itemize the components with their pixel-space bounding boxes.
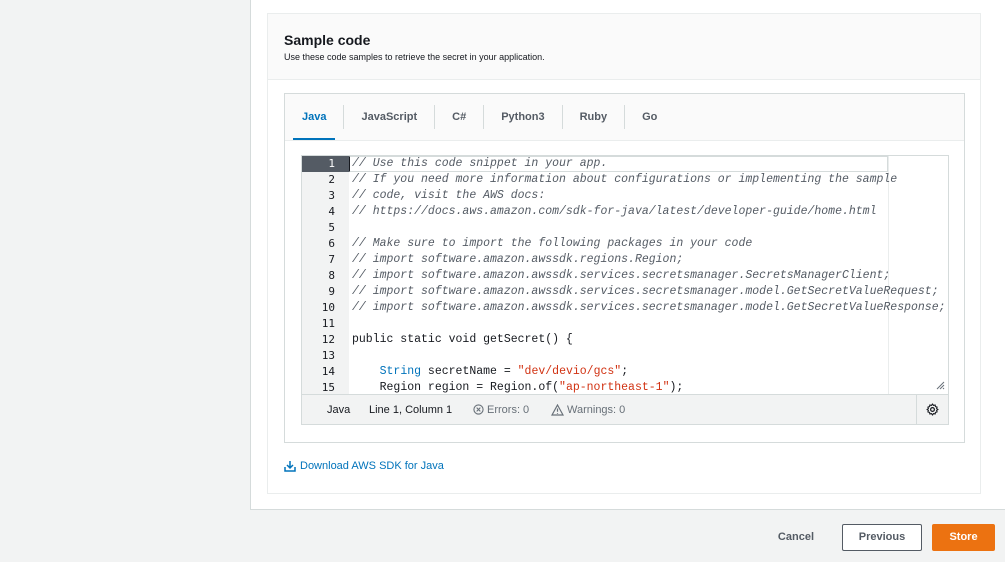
code-tabs: Java JavaScript C# Python3 Ruby Go 1// U… [284, 93, 965, 443]
line-number: 1 [302, 156, 349, 172]
resize-handle-icon[interactable] [936, 381, 945, 390]
code-text: // If you need more information about co… [352, 173, 898, 186]
status-cursor-position: Line 1, Column 1 [369, 403, 453, 416]
status-warnings[interactable]: Warnings: 0 [551, 403, 626, 416]
status-language: Java [327, 403, 351, 416]
store-button[interactable]: Store [932, 524, 995, 551]
tab-python3[interactable]: Python3 [484, 105, 563, 129]
code-text: // import software.amazon.awssdk.regions… [352, 253, 684, 266]
main-panel: Sample code Use these code samples to re… [250, 0, 1005, 510]
tab-javascript[interactable]: JavaScript [344, 105, 436, 129]
editor-status-bar: Java Line 1, Column 1 Errors: 0 Warnings… [302, 394, 948, 424]
line-number: 13 [321, 349, 335, 362]
previous-button[interactable]: Previous [842, 524, 922, 551]
code-text: // https://docs.aws.amazon.com/sdk-for-j… [352, 205, 877, 218]
code-line[interactable]: 3 // code, visit the AWS docs: [302, 188, 948, 204]
code-plain: ); [669, 381, 684, 394]
code-text: // import software.amazon.awssdk.service… [352, 285, 939, 298]
code-line[interactable]: 9 // import software.amazon.awssdk.servic… [302, 284, 948, 300]
line-number: 14 [321, 365, 335, 378]
code-line[interactable]: 7 // import software.amazon.awssdk.region… [302, 252, 948, 268]
download-sdk-link[interactable]: Download AWS SDK for Java [284, 460, 444, 472]
gear-icon [926, 403, 939, 416]
section-description: Use these code samples to retrieve the s… [284, 52, 545, 62]
line-number: 12 [321, 333, 335, 346]
tab-ruby[interactable]: Ruby [563, 105, 626, 129]
code-line[interactable]: 6 // Make sure to import the following pa… [302, 236, 948, 252]
line-number: 2 [328, 173, 335, 186]
code-line[interactable]: 13 [302, 348, 948, 364]
code-line[interactable]: 14 String secretName = "dev/devio/gcs"; [302, 364, 948, 380]
status-errors[interactable]: Errors: 0 [473, 404, 551, 416]
cancel-button[interactable]: Cancel [760, 524, 832, 551]
line-number: 7 [328, 253, 335, 266]
code-line[interactable]: 8 // import software.amazon.awssdk.servic… [302, 268, 948, 284]
code-text: String secretName = "dev/devio/gcs"; [352, 364, 628, 380]
code-plain: ; [621, 365, 629, 378]
sample-code-container: Sample code Use these code samples to re… [267, 13, 981, 494]
tab-strip: Java JavaScript C# Python3 Ruby Go [285, 94, 964, 141]
editor-settings-button[interactable] [916, 395, 948, 424]
wizard-footer: Cancel Previous Store [760, 524, 995, 551]
code-text: // Make sure to import the following pac… [352, 237, 753, 250]
tab-csharp[interactable]: C# [435, 105, 485, 129]
tab-go[interactable]: Go [625, 105, 674, 129]
line-number: 6 [328, 237, 335, 250]
download-icon [284, 461, 296, 472]
code-text: // import software.amazon.awssdk.service… [352, 301, 946, 314]
code-text: // code, visit the AWS docs: [352, 189, 546, 202]
section-title: Sample code [284, 32, 371, 48]
warning-icon [551, 403, 564, 416]
line-number: 10 [321, 301, 335, 314]
line-number: 5 [328, 221, 335, 234]
error-icon [473, 404, 484, 415]
line-number: 4 [328, 205, 335, 218]
code-line[interactable]: 10 // import software.amazon.awssdk.servi… [302, 300, 948, 316]
status-warnings-label: Warnings: 0 [567, 403, 626, 416]
code-string: "ap-northeast-1" [559, 381, 670, 394]
code-editor[interactable]: 1// Use this code snippet in your app. 2/… [301, 155, 949, 425]
code-line[interactable]: 2 // If you need more information about c… [302, 172, 948, 188]
line-number: 8 [328, 269, 335, 282]
code-text: // import software.amazon.awssdk.service… [352, 269, 891, 282]
code-plain: secretName = [421, 365, 518, 378]
code-area[interactable]: 1// Use this code snippet in your app. 2/… [302, 156, 948, 396]
container-header: Sample code Use these code samples to re… [268, 14, 980, 80]
line-number: 11 [321, 317, 335, 330]
code-line[interactable]: 11 [302, 316, 948, 332]
line-number: 3 [328, 189, 335, 202]
code-line[interactable]: 12 public static void getSecret() { [302, 332, 948, 348]
code-plain: Region region = Region.of( [379, 381, 560, 394]
download-sdk-label[interactable]: Download AWS SDK for Java [300, 460, 444, 472]
code-line[interactable]: 4 // https://docs.aws.amazon.com/sdk-for-… [302, 204, 948, 220]
code-text: // Use this code snippet in your app. [352, 157, 608, 170]
code-string: "dev/devio/gcs" [517, 365, 622, 378]
line-number: 9 [328, 285, 335, 298]
code-text: public static void getSecret() { [352, 333, 573, 346]
code-line[interactable]: 5 [302, 220, 948, 236]
code-keyword: String [379, 365, 422, 378]
tab-java[interactable]: Java [285, 105, 345, 140]
status-errors-label: Errors: 0 [487, 403, 530, 416]
code-line[interactable]: 1// Use this code snippet in your app. [302, 156, 948, 172]
